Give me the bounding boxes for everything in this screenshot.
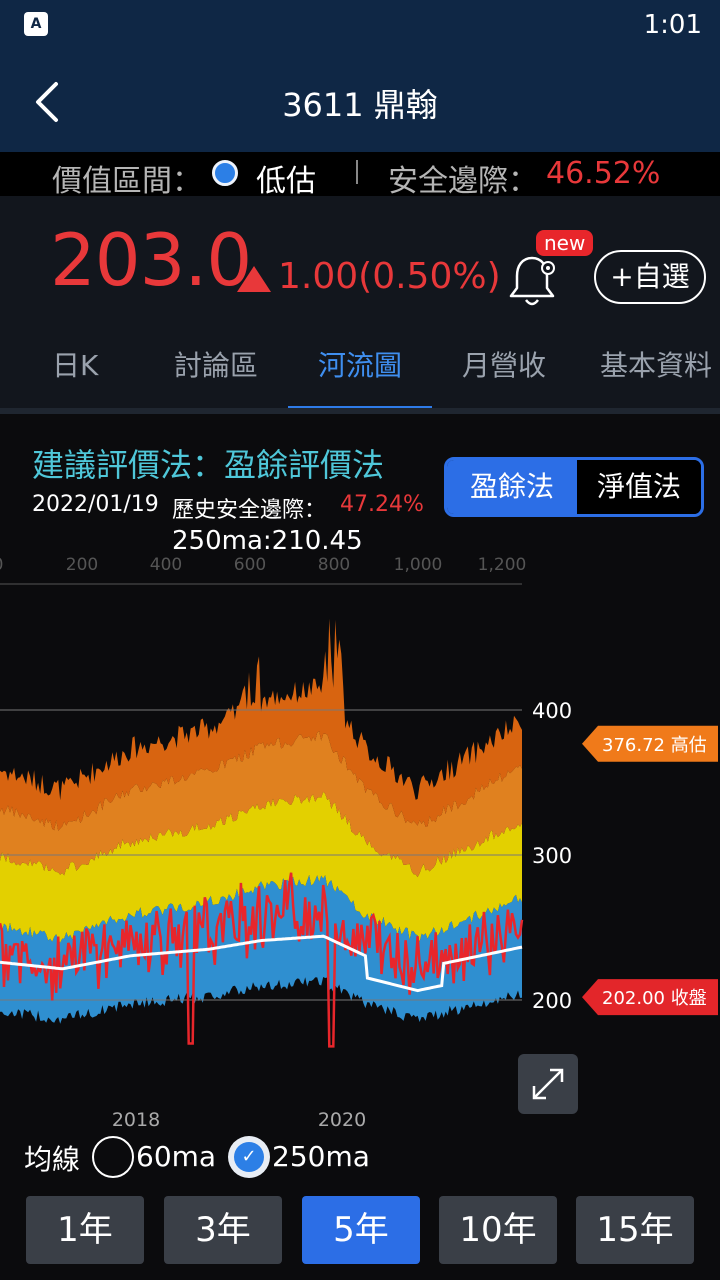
tab-discussion[interactable]: 討論區 xyxy=(174,344,258,384)
divider xyxy=(356,160,358,184)
y-tick-label: 200 xyxy=(532,989,572,1013)
top-axis-tick: 600 xyxy=(234,555,266,575)
top-axis-tick: 1,200 xyxy=(478,555,527,575)
method-toggle: 盈餘法 淨值法 xyxy=(444,457,704,517)
value-zone-status: 低估 xyxy=(256,164,316,199)
app-bar: 3611 鼎翰 xyxy=(0,52,720,152)
earnings-method-button[interactable]: 盈餘法 xyxy=(447,460,577,514)
y-tick-label: 400 xyxy=(532,699,572,723)
x-tick-label: 2018 xyxy=(112,1109,160,1131)
page-title: 3611 鼎翰 xyxy=(282,86,438,124)
price-change: 1.00(0.50%) xyxy=(278,256,501,297)
ma60-label[interactable]: 60ma xyxy=(136,1140,216,1173)
price-bar: 203.0 1.00(0.50%) new +自選 xyxy=(0,196,720,326)
top-axis-tick: 0 xyxy=(0,555,3,575)
top-axis-tick: 800 xyxy=(318,555,350,575)
current-price: 203.0 xyxy=(50,218,252,302)
period-15y-button[interactable]: 15年 xyxy=(576,1196,694,1264)
safety-margin-label: 安全邊際： xyxy=(388,164,538,199)
app-notification-icon: A xyxy=(24,12,48,36)
tab-basic-info[interactable]: 基本資料 xyxy=(600,344,712,384)
divider xyxy=(0,408,720,414)
hist-margin-label: 歷史安全邊際： xyxy=(172,498,327,523)
close-price-tag-text: 202.00 收盤 xyxy=(602,988,707,1009)
tab-bar: 日K 討論區 河流圖 月營收 基本資料 xyxy=(0,326,720,410)
y-tick-label: 300 xyxy=(532,844,572,868)
river-chart[interactable]: 0 200 400 600 800 1,000 1,200 400 300 200 2018 202… xyxy=(0,550,720,1140)
x-tick-label: 2020 xyxy=(318,1109,366,1131)
ma60-radio[interactable] xyxy=(92,1136,134,1178)
high-price-tag-text: 376.72 高估 xyxy=(602,735,707,756)
value-zone-label: 價值區間： xyxy=(52,164,202,199)
add-favorite-button[interactable]: +自選 xyxy=(594,250,706,304)
period-5y-button[interactable]: 5年 xyxy=(302,1196,420,1264)
valuation-bar: 價值區間： 低估 安全邊際： 46.52% xyxy=(0,152,720,199)
bell-icon[interactable] xyxy=(500,248,564,312)
tab-daily-k[interactable]: 日K xyxy=(52,344,98,384)
period-1y-button[interactable]: 1年 xyxy=(26,1196,144,1264)
ma-label: 均線 xyxy=(24,1143,81,1176)
top-axis-tick: 400 xyxy=(150,555,182,575)
hist-margin-value: 47.24% xyxy=(340,492,424,517)
tab-river-chart[interactable]: 河流圖 xyxy=(318,344,402,384)
safety-margin-value: 46.52% xyxy=(546,156,661,191)
status-dot-icon xyxy=(212,160,238,186)
status-time: 1:01 xyxy=(643,10,702,40)
tab-monthly-revenue[interactable]: 月營收 xyxy=(462,344,546,384)
valuation-method-title: 建議評價法：盈餘評價法 xyxy=(32,446,385,484)
new-badge: new xyxy=(536,230,594,256)
period-10y-button[interactable]: 10年 xyxy=(439,1196,557,1264)
status-bar: A 1:01 xyxy=(0,0,720,52)
ma-selector: 均線 60ma ✓ 250ma xyxy=(0,1134,720,1184)
ma250-label[interactable]: 250ma xyxy=(272,1140,370,1173)
book-value-method-button[interactable]: 淨值法 xyxy=(577,460,701,514)
top-axis-tick: 200 xyxy=(66,555,98,575)
check-icon: ✓ xyxy=(234,1142,264,1172)
ma250-radio[interactable]: ✓ xyxy=(228,1136,270,1178)
up-triangle-icon xyxy=(237,266,271,292)
top-axis-tick: 1,000 xyxy=(394,555,443,575)
chart-date: 2022/01/19 xyxy=(32,492,159,517)
expand-icon[interactable] xyxy=(518,1054,578,1114)
period-3y-button[interactable]: 3年 xyxy=(164,1196,282,1264)
